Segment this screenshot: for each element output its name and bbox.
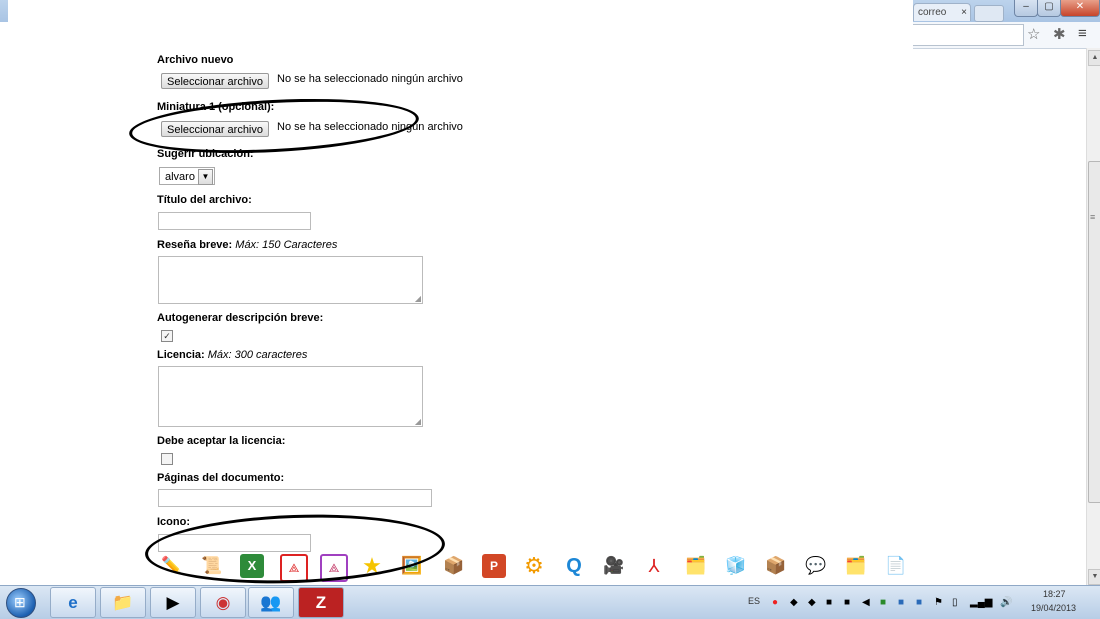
ubicacion-select[interactable]: alvaro ▼ [159,167,215,185]
tray-app-icon[interactable]: ■ [844,597,850,608]
tab-close-icon[interactable]: × [961,4,967,21]
page-scrollbar[interactable]: ▲ ≡ ▼ [1086,48,1100,585]
scroll-down-icon[interactable]: ▼ [1088,569,1100,585]
windows-logo-icon: ⊞ [14,594,26,610]
archivo-nuevo-note: No se ha seleccionado ningún archivo [277,73,463,85]
aceptar-checkbox[interactable] [161,453,173,465]
chevron-down-icon[interactable]: ▼ [198,169,213,185]
security-icon[interactable]: ■ [880,597,886,608]
ie-icon[interactable]: e [50,587,96,618]
autogenerar-label: Autogenerar descripción breve: [157,312,324,324]
speaker-icon[interactable]: 🔊 [1000,597,1012,608]
paginas-input[interactable] [158,489,432,507]
resena-hint: Máx: 150 Caracteres [235,239,338,251]
resize-grip-icon[interactable]: ◢ [415,417,421,426]
paginas-label: Páginas del documento: [157,472,285,484]
licencia-label-row: Licencia: Máx: 300 caracteres [157,349,307,361]
titulo-input[interactable] [158,212,311,230]
aceptar-label: Debe aceptar la licencia: [157,435,286,447]
licencia-label: Licencia: [157,349,205,361]
alert-icon[interactable]: ● [772,597,778,608]
menu-icon[interactable]: ≡ [1078,25,1087,42]
box-icon[interactable]: 📦 [764,554,788,578]
chat-icon[interactable]: 💬 [804,554,828,578]
signal-icon[interactable]: ▂▄▆ [970,597,992,608]
tab-label: correo [918,7,947,18]
licencia-hint: Máx: 300 caracteres [207,349,308,361]
icono-label: Icono: [157,516,190,528]
resena-textarea[interactable]: ◢ [158,256,423,304]
extension-icon[interactable]: ✱ [1053,25,1066,43]
sync-icon[interactable]: ◆ [808,597,816,608]
clock-date[interactable]: 19/04/2013 [1031,603,1076,613]
explorer-icon[interactable]: 📁 [100,587,146,618]
folder-docs-icon[interactable]: 🗂️ [844,554,868,578]
address-bar[interactable] [913,24,1024,46]
minimize-button[interactable]: ‒ [1014,0,1038,17]
powerpoint-icon[interactable]: P [482,554,506,578]
network-icon[interactable]: ◆ [790,597,798,608]
new-tab-button[interactable] [974,5,1004,22]
clock-time[interactable]: 18:27 [1043,589,1066,599]
close-window-button[interactable]: ✕ [1060,0,1100,17]
document-icon[interactable]: 📄 [884,554,908,578]
battery-icon[interactable]: ▯ [952,597,958,608]
maximize-button[interactable]: ▢ [1037,0,1061,17]
archivo-nuevo-button[interactable]: Seleccionar archivo [161,73,269,89]
resena-label-row: Reseña breve: Máx: 150 Caracteres [157,239,337,251]
tray-app-icon[interactable]: ■ [826,597,832,608]
chrome-icon[interactable]: ◉ [200,587,246,618]
resena-label: Reseña breve: [157,239,233,251]
camera-icon[interactable]: 🎥 [602,554,626,578]
tray-app-icon[interactable]: ■ [898,597,904,608]
volume-icon[interactable]: ◀ [862,597,870,608]
package-icon[interactable]: 📦 [442,554,466,578]
filezilla-icon[interactable]: Z [298,587,344,618]
tray-app-icon[interactable]: ■ [916,597,922,608]
autogenerar-checkbox[interactable]: ✓ [161,330,173,342]
licencia-textarea[interactable]: ◢ [158,366,423,427]
bookmark-star-icon[interactable]: ☆ [1027,25,1040,43]
archivo-nuevo-label: Archivo nuevo [157,54,234,66]
start-button[interactable]: ⊞ [6,588,36,618]
resize-grip-icon[interactable]: ◢ [415,294,421,303]
cube-icon[interactable]: 🧊 [724,554,748,578]
gear-icon[interactable]: ⚙ [522,554,546,578]
flag-icon[interactable]: ⚑ [934,597,943,608]
acrobat-icon[interactable]: ⅄ [642,554,666,578]
quicktime-icon[interactable]: Q [562,554,586,578]
titulo-label: Título del archivo: [157,194,252,206]
live-icon[interactable]: 👥 [248,587,294,618]
scroll-grip-icon: ≡ [1090,212,1096,222]
page-top-area [8,0,913,48]
ubicacion-value: alvaro [165,171,195,183]
language-indicator[interactable]: ES [748,596,760,606]
folder-icon[interactable]: 🗂️ [684,554,708,578]
browser-tab[interactable]: correo × [913,3,971,21]
media-player-icon[interactable]: ▶ [150,587,196,618]
scroll-up-icon[interactable]: ▲ [1088,50,1100,66]
